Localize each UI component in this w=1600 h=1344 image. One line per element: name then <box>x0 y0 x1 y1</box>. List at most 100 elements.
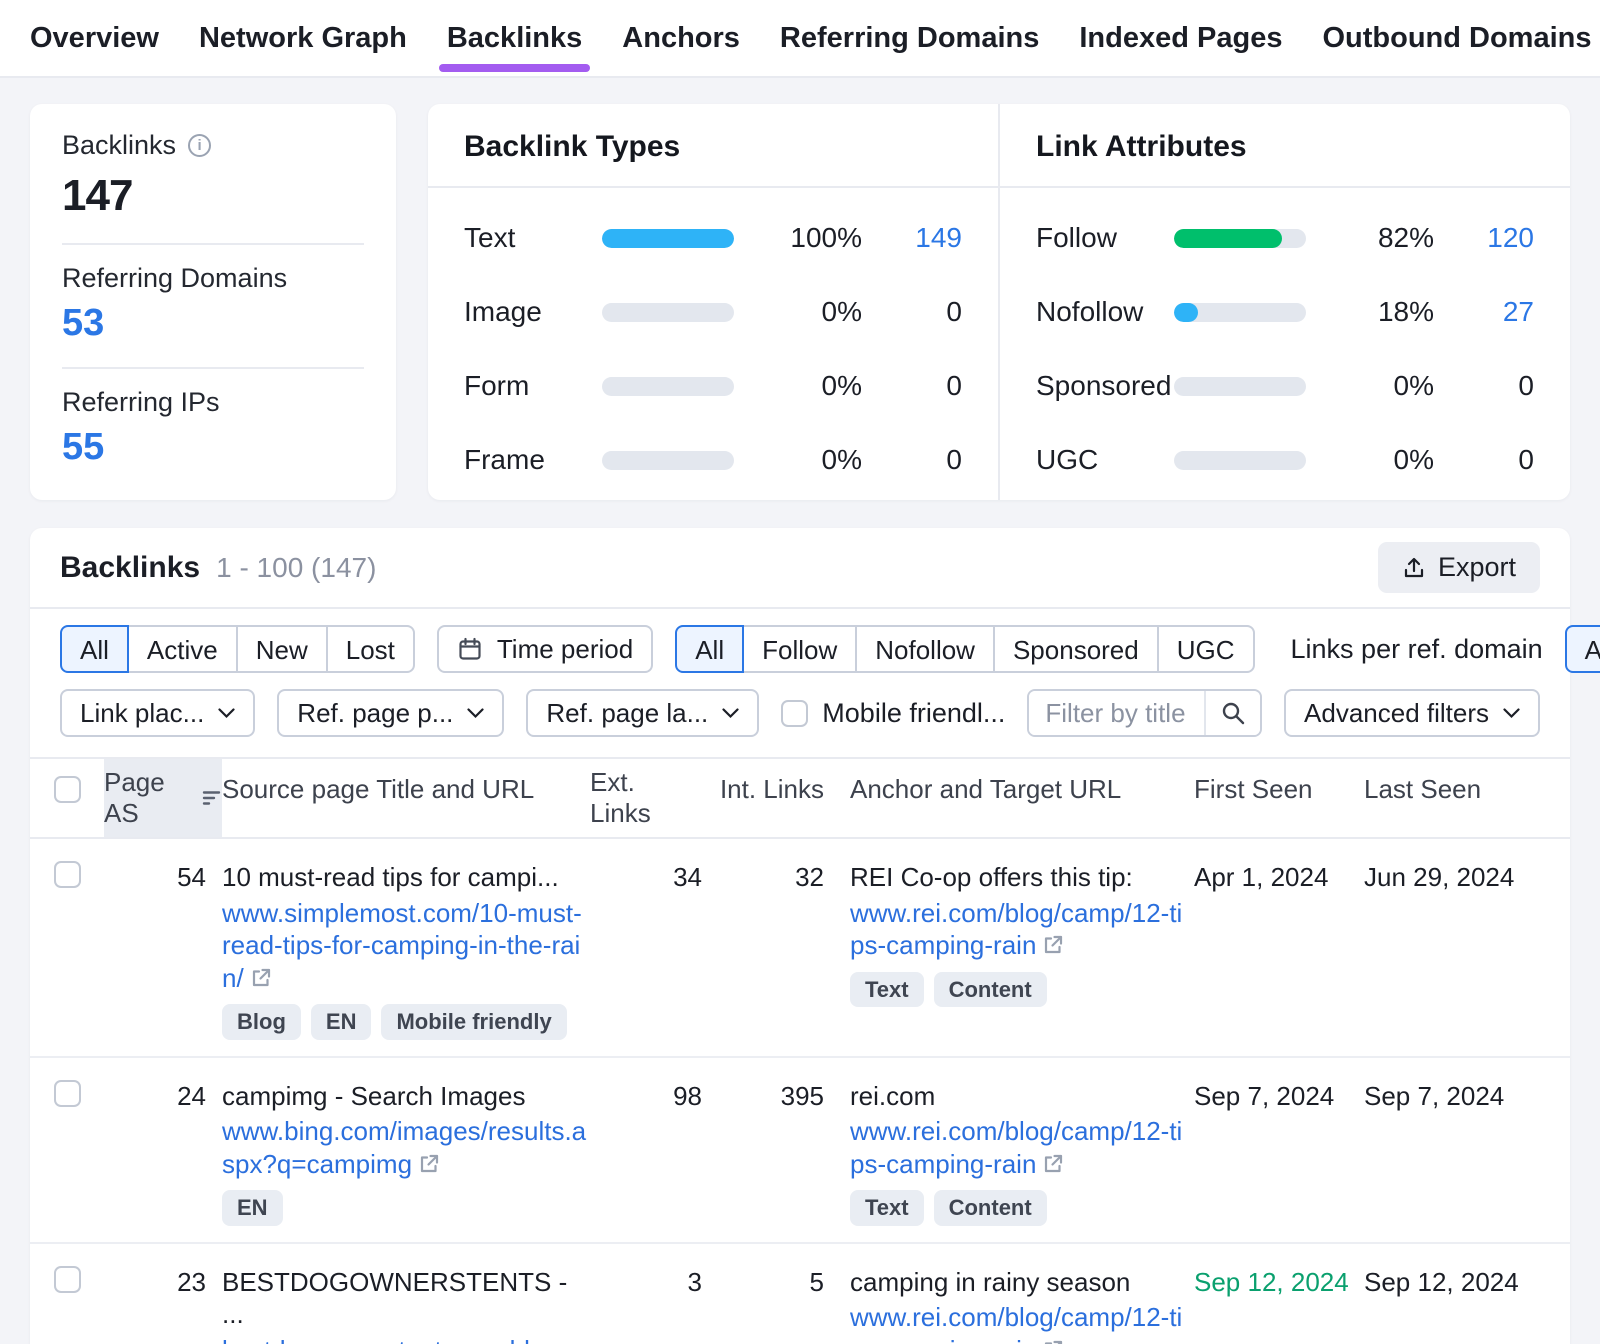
link-placement-dropdown[interactable]: Link plac... <box>60 689 255 737</box>
filters-panel: All Active New Lost Time period All Foll… <box>30 609 1570 757</box>
target-url-link[interactable]: www.rei.com/blog/camp/12-tips-camping-ra… <box>850 1302 1182 1344</box>
links-per-domain-group: All 1 3 10 <box>1565 625 1600 673</box>
col-header-page-as[interactable]: Page AS <box>104 759 222 837</box>
target-url-link[interactable]: www.rei.com/blog/camp/12-tips-camping-ra… <box>850 1116 1182 1179</box>
source-title: BESTDOGOWNERSTENTS - ... <box>222 1266 590 1331</box>
ext-links-value: 34 <box>590 861 702 894</box>
status-filter-lost[interactable]: Lost <box>326 625 415 673</box>
anchor-text: camping in rainy season <box>850 1266 1194 1299</box>
report-tab-bar: Overview Network Graph Backlinks Anchors… <box>0 0 1600 78</box>
int-links-value: 395 <box>702 1080 824 1113</box>
chevron-down-icon <box>218 708 235 719</box>
bar-count-link[interactable]: 149 <box>886 222 962 254</box>
bar-label: Form <box>464 370 602 402</box>
export-icon <box>1402 556 1426 580</box>
table-header: Backlinks 1 - 100 (147) Export <box>30 528 1570 609</box>
tab-referring-domains[interactable]: Referring Domains <box>780 0 1039 76</box>
source-url-link[interactable]: bestdogownerstents.weebly.com/ <box>222 1335 576 1344</box>
bar-track <box>602 303 734 322</box>
bar-label: Sponsored <box>1036 370 1174 402</box>
bar-track <box>602 377 734 396</box>
target-url-link[interactable]: www.rei.com/blog/camp/12-tips-camping-ra… <box>850 898 1182 961</box>
source-badge: EN <box>222 1190 283 1226</box>
col-header-anchor[interactable]: Anchor and Target URL <box>824 759 1194 819</box>
status-filter-active[interactable]: Active <box>127 625 238 673</box>
bar-track <box>602 451 734 470</box>
status-filter-new[interactable]: New <box>236 625 328 673</box>
external-link-icon[interactable] <box>250 967 272 989</box>
follow-filter-ugc[interactable]: UGC <box>1157 625 1255 673</box>
ext-links-value: 98 <box>590 1080 702 1113</box>
bar-label: Frame <box>464 444 602 476</box>
follow-filter-all[interactable]: All <box>675 625 744 673</box>
info-icon[interactable] <box>188 134 211 157</box>
tab-indexed-pages[interactable]: Indexed Pages <box>1079 0 1282 76</box>
bar-row-image: Image 0% 0 <box>464 296 962 328</box>
col-header-source[interactable]: Source page Title and URL <box>222 759 590 819</box>
referring-domains-metric-value[interactable]: 53 <box>62 302 364 345</box>
search-button[interactable] <box>1204 691 1260 735</box>
follow-filter-nofollow[interactable]: Nofollow <box>855 625 995 673</box>
tab-anchors[interactable]: Anchors <box>622 0 740 76</box>
bar-track <box>1174 451 1306 470</box>
table-title: Backlinks <box>60 551 200 585</box>
advanced-filters-dropdown[interactable]: Advanced filters <box>1284 689 1540 737</box>
summary-cards-row: Backlinks 147 Referring Domains 53 Refer… <box>30 104 1570 500</box>
link-attributes-panel: Link Attributes Follow 82% 120 Nofollow … <box>998 104 1570 500</box>
anchor-badge: Content <box>934 972 1047 1008</box>
source-title: 10 must-read tips for campi... <box>222 861 590 894</box>
bar-count-link[interactable]: 27 <box>1458 296 1534 328</box>
col-header-first-seen[interactable]: First Seen <box>1194 759 1364 819</box>
referring-ips-metric-value[interactable]: 55 <box>62 426 364 469</box>
bar-count-link[interactable]: 120 <box>1458 222 1534 254</box>
source-url-link[interactable]: www.simplemost.com/10-must-read-tips-for… <box>222 898 582 993</box>
anchor-text: rei.com <box>850 1080 1194 1113</box>
bar-row-ugc: UGC 0% 0 <box>1036 444 1534 476</box>
ref-page-language-dropdown[interactable]: Ref. page la... <box>526 689 759 737</box>
time-period-button[interactable]: Time period <box>437 625 653 673</box>
export-button-label: Export <box>1438 552 1516 583</box>
tab-backlinks[interactable]: Backlinks <box>447 0 582 76</box>
ref-page-platform-label: Ref. page p... <box>297 698 453 729</box>
col-header-int-links[interactable]: Int. Links <box>702 759 824 819</box>
follow-filter-follow[interactable]: Follow <box>742 625 857 673</box>
tab-network-graph[interactable]: Network Graph <box>199 0 407 76</box>
bar-label: Image <box>464 296 602 328</box>
select-all-checkbox[interactable] <box>54 776 81 803</box>
external-link-icon[interactable] <box>1042 1339 1064 1344</box>
table-row: 54 10 must-read tips for campi... www.si… <box>30 839 1570 1058</box>
tab-overview[interactable]: Overview <box>30 0 159 76</box>
external-link-icon[interactable] <box>1042 1153 1064 1175</box>
ref-page-platform-dropdown[interactable]: Ref. page p... <box>277 689 504 737</box>
external-link-icon[interactable] <box>418 1153 440 1175</box>
title-url-search <box>1027 689 1262 737</box>
bar-label: Follow <box>1036 222 1174 254</box>
page-as-value: 24 <box>104 1080 222 1113</box>
links-per-domain-all[interactable]: All <box>1565 625 1600 673</box>
calendar-icon <box>457 636 483 662</box>
bar-track <box>1174 377 1306 396</box>
row-checkbox[interactable] <box>54 861 81 888</box>
anchor-badge: Content <box>934 1190 1047 1226</box>
chevron-down-icon <box>1503 708 1520 719</box>
search-input[interactable] <box>1029 691 1204 735</box>
bar-label: Nofollow <box>1036 296 1174 328</box>
external-link-icon[interactable] <box>1042 934 1064 956</box>
status-filter-all[interactable]: All <box>60 625 129 673</box>
link-placement-label: Link plac... <box>80 698 204 729</box>
follow-filter-sponsored[interactable]: Sponsored <box>993 625 1159 673</box>
source-cell: 10 must-read tips for campi... www.simpl… <box>222 839 590 1056</box>
row-checkbox[interactable] <box>54 1266 81 1293</box>
export-button[interactable]: Export <box>1378 542 1540 593</box>
mobile-friendly-checkbox[interactable] <box>781 700 808 727</box>
table-row: 24 campimg - Search Images www.bing.com/… <box>30 1058 1570 1244</box>
row-checkbox[interactable] <box>54 1080 81 1107</box>
tab-outbound-domains[interactable]: Outbound Domains <box>1322 0 1591 76</box>
sort-icon <box>202 789 222 807</box>
source-url-link[interactable]: www.bing.com/images/results.aspx?q=campi… <box>222 1116 586 1179</box>
col-header-last-seen[interactable]: Last Seen <box>1364 759 1544 819</box>
int-links-value: 32 <box>702 861 824 894</box>
ext-links-value: 3 <box>590 1266 702 1299</box>
col-header-ext-links[interactable]: Ext. Links <box>590 759 702 837</box>
bar-count: 0 <box>886 370 962 402</box>
